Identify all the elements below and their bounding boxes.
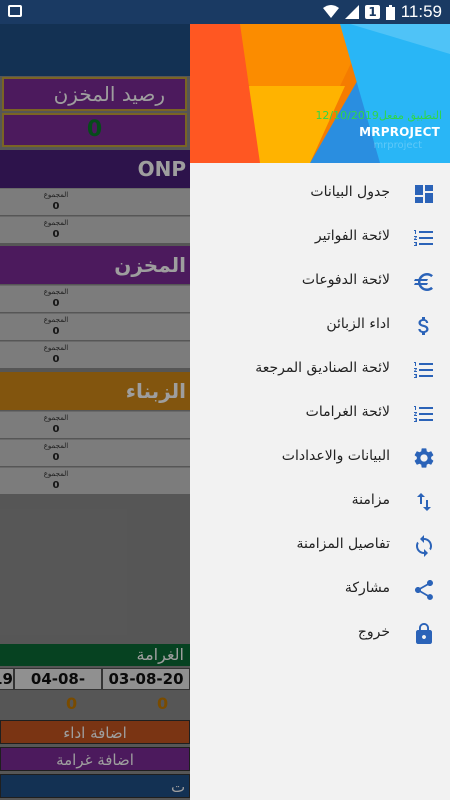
account-subtitle: mrproject	[373, 140, 422, 151]
activation-status: التطبيق مفعل12/10/2019	[315, 109, 442, 122]
wifi-icon	[323, 5, 340, 18]
menu-item-sync[interactable]: مزامنة	[190, 480, 450, 524]
menu-item-logout[interactable]: خروج	[190, 612, 450, 656]
gear-icon	[414, 448, 434, 468]
menu-item-sync-details[interactable]: تفاصيل المزامنة	[190, 524, 450, 568]
cell-signal-icon	[345, 5, 360, 19]
menu-item-payments[interactable]: لائحة الدفوعات	[190, 260, 450, 304]
battery-badge: 1	[365, 5, 380, 19]
euro-icon	[414, 273, 433, 291]
menu-item-invoices[interactable]: لائحة الفواتير	[190, 216, 450, 260]
list-numbered-icon	[414, 230, 433, 246]
image-notification-icon	[8, 5, 22, 17]
share-icon	[415, 580, 433, 600]
swap-vert-icon	[417, 493, 431, 511]
status-bar: 1 11:59	[0, 0, 450, 24]
menu-item-fines[interactable]: لائحة الغرامات	[190, 392, 450, 436]
list-numbered-icon	[414, 406, 433, 422]
battery-icon	[385, 4, 395, 20]
menu-item-returned-boxes[interactable]: لائحة الصناديق المرجعة	[190, 348, 450, 392]
menu-item-share[interactable]: مشاركة	[190, 568, 450, 612]
lock-icon	[416, 623, 432, 644]
menu-item-dashboard[interactable]: جدول البيانات	[190, 172, 450, 216]
dollar-icon	[418, 317, 429, 335]
clock: 11:59	[400, 2, 442, 21]
list-numbered-icon	[414, 362, 433, 378]
menu-item-customer-payments[interactable]: اداء الزبائن	[190, 304, 450, 348]
menu-item-settings[interactable]: البيانات والاعدادات	[190, 436, 450, 480]
status-icons: 1 11:59	[323, 2, 442, 22]
navigation-drawer: التطبيق مفعل12/10/2019 MRPROJECT mrproje…	[190, 24, 450, 800]
account-name: MRPROJECT	[359, 125, 440, 139]
drawer-header: التطبيق مفعل12/10/2019 MRPROJECT mrproje…	[190, 24, 450, 163]
sync-icon	[416, 535, 432, 557]
dashboard-icon	[415, 185, 433, 203]
